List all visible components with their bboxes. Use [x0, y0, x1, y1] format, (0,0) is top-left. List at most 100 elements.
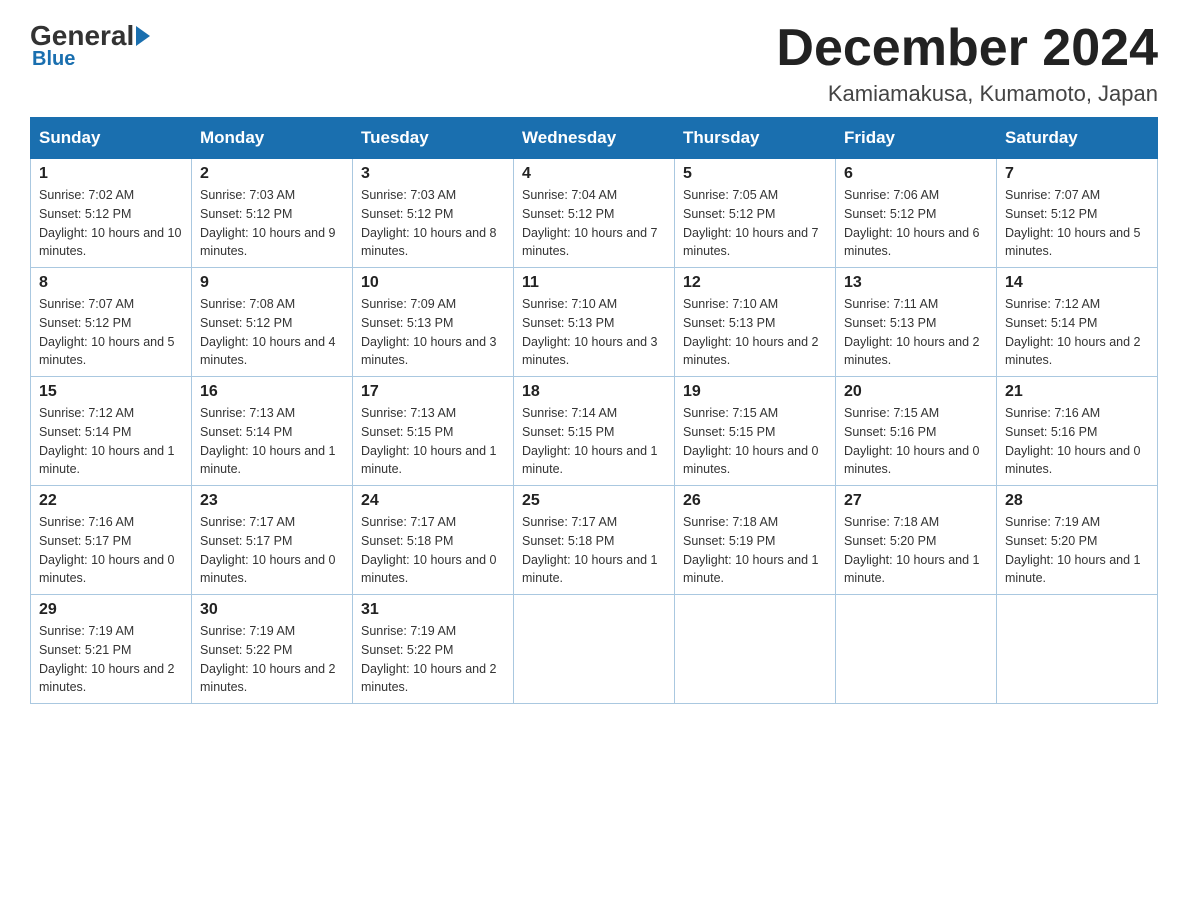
day-info: Sunrise: 7:03 AM Sunset: 5:12 PM Dayligh… — [361, 186, 505, 261]
day-info: Sunrise: 7:19 AM Sunset: 5:20 PM Dayligh… — [1005, 513, 1149, 588]
header-wednesday: Wednesday — [514, 118, 675, 159]
calendar-week-row: 8 Sunrise: 7:07 AM Sunset: 5:12 PM Dayli… — [31, 268, 1158, 377]
day-info: Sunrise: 7:09 AM Sunset: 5:13 PM Dayligh… — [361, 295, 505, 370]
table-row: 14 Sunrise: 7:12 AM Sunset: 5:14 PM Dayl… — [997, 268, 1158, 377]
day-number: 15 — [39, 383, 183, 401]
table-row: 20 Sunrise: 7:15 AM Sunset: 5:16 PM Dayl… — [836, 377, 997, 486]
table-row: 15 Sunrise: 7:12 AM Sunset: 5:14 PM Dayl… — [31, 377, 192, 486]
day-info: Sunrise: 7:14 AM Sunset: 5:15 PM Dayligh… — [522, 404, 666, 479]
table-row: 6 Sunrise: 7:06 AM Sunset: 5:12 PM Dayli… — [836, 159, 997, 268]
day-info: Sunrise: 7:17 AM Sunset: 5:18 PM Dayligh… — [522, 513, 666, 588]
table-row: 16 Sunrise: 7:13 AM Sunset: 5:14 PM Dayl… — [192, 377, 353, 486]
day-number: 31 — [361, 601, 505, 619]
day-info: Sunrise: 7:16 AM Sunset: 5:17 PM Dayligh… — [39, 513, 183, 588]
table-row: 27 Sunrise: 7:18 AM Sunset: 5:20 PM Dayl… — [836, 486, 997, 595]
logo-blue-text: Blue — [32, 48, 75, 71]
day-info: Sunrise: 7:10 AM Sunset: 5:13 PM Dayligh… — [522, 295, 666, 370]
day-info: Sunrise: 7:19 AM Sunset: 5:21 PM Dayligh… — [39, 622, 183, 697]
day-number: 8 — [39, 274, 183, 292]
day-info: Sunrise: 7:08 AM Sunset: 5:12 PM Dayligh… — [200, 295, 344, 370]
table-row: 1 Sunrise: 7:02 AM Sunset: 5:12 PM Dayli… — [31, 159, 192, 268]
table-row: 19 Sunrise: 7:15 AM Sunset: 5:15 PM Dayl… — [675, 377, 836, 486]
table-row: 21 Sunrise: 7:16 AM Sunset: 5:16 PM Dayl… — [997, 377, 1158, 486]
day-info: Sunrise: 7:18 AM Sunset: 5:20 PM Dayligh… — [844, 513, 988, 588]
day-info: Sunrise: 7:16 AM Sunset: 5:16 PM Dayligh… — [1005, 404, 1149, 479]
table-row: 11 Sunrise: 7:10 AM Sunset: 5:13 PM Dayl… — [514, 268, 675, 377]
table-row: 18 Sunrise: 7:14 AM Sunset: 5:15 PM Dayl… — [514, 377, 675, 486]
day-info: Sunrise: 7:10 AM Sunset: 5:13 PM Dayligh… — [683, 295, 827, 370]
table-row — [836, 595, 997, 704]
day-number: 1 — [39, 165, 183, 183]
table-row: 28 Sunrise: 7:19 AM Sunset: 5:20 PM Dayl… — [997, 486, 1158, 595]
header-sunday: Sunday — [31, 118, 192, 159]
day-info: Sunrise: 7:19 AM Sunset: 5:22 PM Dayligh… — [361, 622, 505, 697]
table-row: 17 Sunrise: 7:13 AM Sunset: 5:15 PM Dayl… — [353, 377, 514, 486]
day-info: Sunrise: 7:07 AM Sunset: 5:12 PM Dayligh… — [39, 295, 183, 370]
day-number: 20 — [844, 383, 988, 401]
day-info: Sunrise: 7:05 AM Sunset: 5:12 PM Dayligh… — [683, 186, 827, 261]
header-friday: Friday — [836, 118, 997, 159]
day-number: 27 — [844, 492, 988, 510]
table-row: 8 Sunrise: 7:07 AM Sunset: 5:12 PM Dayli… — [31, 268, 192, 377]
logo: General Blue — [30, 20, 152, 71]
calendar-table: Sunday Monday Tuesday Wednesday Thursday… — [30, 117, 1158, 704]
table-row: 30 Sunrise: 7:19 AM Sunset: 5:22 PM Dayl… — [192, 595, 353, 704]
day-info: Sunrise: 7:03 AM Sunset: 5:12 PM Dayligh… — [200, 186, 344, 261]
table-row: 22 Sunrise: 7:16 AM Sunset: 5:17 PM Dayl… — [31, 486, 192, 595]
day-info: Sunrise: 7:18 AM Sunset: 5:19 PM Dayligh… — [683, 513, 827, 588]
table-row — [514, 595, 675, 704]
day-number: 13 — [844, 274, 988, 292]
calendar-week-row: 15 Sunrise: 7:12 AM Sunset: 5:14 PM Dayl… — [31, 377, 1158, 486]
day-info: Sunrise: 7:19 AM Sunset: 5:22 PM Dayligh… — [200, 622, 344, 697]
table-row: 12 Sunrise: 7:10 AM Sunset: 5:13 PM Dayl… — [675, 268, 836, 377]
day-info: Sunrise: 7:06 AM Sunset: 5:12 PM Dayligh… — [844, 186, 988, 261]
day-number: 25 — [522, 492, 666, 510]
day-info: Sunrise: 7:07 AM Sunset: 5:12 PM Dayligh… — [1005, 186, 1149, 261]
day-number: 21 — [1005, 383, 1149, 401]
day-number: 14 — [1005, 274, 1149, 292]
day-info: Sunrise: 7:11 AM Sunset: 5:13 PM Dayligh… — [844, 295, 988, 370]
day-number: 16 — [200, 383, 344, 401]
day-number: 2 — [200, 165, 344, 183]
day-number: 26 — [683, 492, 827, 510]
day-number: 29 — [39, 601, 183, 619]
day-info: Sunrise: 7:15 AM Sunset: 5:15 PM Dayligh… — [683, 404, 827, 479]
day-info: Sunrise: 7:02 AM Sunset: 5:12 PM Dayligh… — [39, 186, 183, 261]
day-info: Sunrise: 7:17 AM Sunset: 5:17 PM Dayligh… — [200, 513, 344, 588]
day-number: 3 — [361, 165, 505, 183]
header: General Blue December 2024 Kamiamakusa, … — [30, 20, 1158, 107]
table-row: 25 Sunrise: 7:17 AM Sunset: 5:18 PM Dayl… — [514, 486, 675, 595]
day-number: 28 — [1005, 492, 1149, 510]
header-row: Sunday Monday Tuesday Wednesday Thursday… — [31, 118, 1158, 159]
day-number: 23 — [200, 492, 344, 510]
page-title: December 2024 — [776, 20, 1158, 77]
calendar-week-row: 29 Sunrise: 7:19 AM Sunset: 5:21 PM Dayl… — [31, 595, 1158, 704]
table-row: 2 Sunrise: 7:03 AM Sunset: 5:12 PM Dayli… — [192, 159, 353, 268]
day-number: 24 — [361, 492, 505, 510]
day-info: Sunrise: 7:12 AM Sunset: 5:14 PM Dayligh… — [1005, 295, 1149, 370]
table-row: 13 Sunrise: 7:11 AM Sunset: 5:13 PM Dayl… — [836, 268, 997, 377]
header-monday: Monday — [192, 118, 353, 159]
table-row: 5 Sunrise: 7:05 AM Sunset: 5:12 PM Dayli… — [675, 159, 836, 268]
calendar-body: 1 Sunrise: 7:02 AM Sunset: 5:12 PM Dayli… — [31, 159, 1158, 704]
header-saturday: Saturday — [997, 118, 1158, 159]
day-info: Sunrise: 7:13 AM Sunset: 5:14 PM Dayligh… — [200, 404, 344, 479]
day-number: 6 — [844, 165, 988, 183]
table-row: 9 Sunrise: 7:08 AM Sunset: 5:12 PM Dayli… — [192, 268, 353, 377]
table-row: 10 Sunrise: 7:09 AM Sunset: 5:13 PM Dayl… — [353, 268, 514, 377]
day-number: 9 — [200, 274, 344, 292]
day-info: Sunrise: 7:12 AM Sunset: 5:14 PM Dayligh… — [39, 404, 183, 479]
day-number: 7 — [1005, 165, 1149, 183]
day-number: 22 — [39, 492, 183, 510]
day-number: 12 — [683, 274, 827, 292]
header-tuesday: Tuesday — [353, 118, 514, 159]
table-row: 26 Sunrise: 7:18 AM Sunset: 5:19 PM Dayl… — [675, 486, 836, 595]
day-number: 30 — [200, 601, 344, 619]
title-area: December 2024 Kamiamakusa, Kumamoto, Jap… — [776, 20, 1158, 107]
table-row: 31 Sunrise: 7:19 AM Sunset: 5:22 PM Dayl… — [353, 595, 514, 704]
day-info: Sunrise: 7:13 AM Sunset: 5:15 PM Dayligh… — [361, 404, 505, 479]
table-row: 29 Sunrise: 7:19 AM Sunset: 5:21 PM Dayl… — [31, 595, 192, 704]
day-number: 5 — [683, 165, 827, 183]
table-row: 3 Sunrise: 7:03 AM Sunset: 5:12 PM Dayli… — [353, 159, 514, 268]
day-number: 10 — [361, 274, 505, 292]
